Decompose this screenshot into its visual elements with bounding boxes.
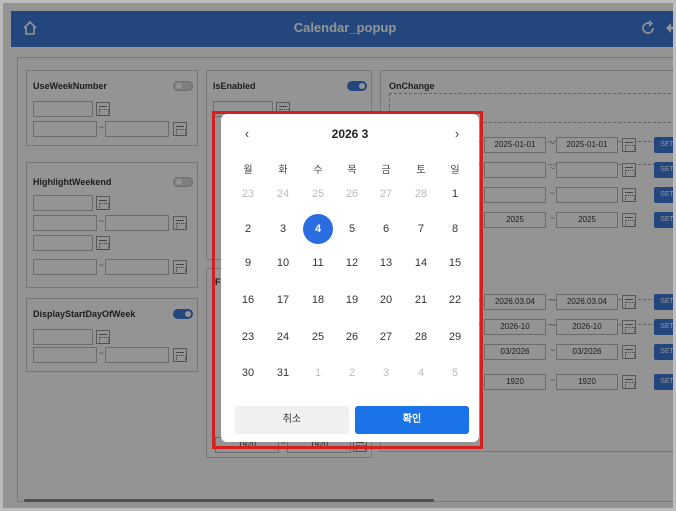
day-cell[interactable]: 26 bbox=[335, 180, 369, 208]
day-cell[interactable]: 6 bbox=[369, 215, 403, 243]
day-cell[interactable]: 11 bbox=[301, 249, 335, 277]
day-cell[interactable]: 13 bbox=[369, 249, 403, 277]
day-cell[interactable]: 4 bbox=[404, 359, 438, 387]
day-cell[interactable]: 18 bbox=[301, 286, 335, 314]
day-cell[interactable]: 27 bbox=[369, 323, 403, 351]
day-cell[interactable]: 27 bbox=[369, 180, 403, 208]
day-cell[interactable]: 7 bbox=[404, 215, 438, 243]
day-cell[interactable]: 8 bbox=[438, 215, 472, 243]
day-cell[interactable]: 5 bbox=[438, 359, 472, 387]
day-cell[interactable]: 25 bbox=[301, 323, 335, 351]
day-cell[interactable]: 23 bbox=[231, 180, 265, 208]
day-cell[interactable]: 24 bbox=[266, 180, 300, 208]
app-frame: Calendar_popup UseWeekNumber ~ Highlight… bbox=[0, 0, 676, 511]
day-cell[interactable]: 9 bbox=[231, 249, 265, 277]
day-cell[interactable]: 15 bbox=[438, 249, 472, 277]
day-cell[interactable]: 2 bbox=[231, 215, 265, 243]
day-cell-selected[interactable]: 4 bbox=[301, 214, 335, 244]
day-cell[interactable]: 5 bbox=[335, 215, 369, 243]
day-cell[interactable]: 31 bbox=[266, 359, 300, 387]
day-cell[interactable]: 25 bbox=[301, 180, 335, 208]
day-cell[interactable]: 19 bbox=[335, 286, 369, 314]
day-cell[interactable]: 24 bbox=[266, 323, 300, 351]
day-cell[interactable]: 23 bbox=[231, 323, 265, 351]
day-cell[interactable]: 1 bbox=[301, 359, 335, 387]
day-cell[interactable]: 21 bbox=[404, 286, 438, 314]
day-cell[interactable]: 2 bbox=[335, 359, 369, 387]
day-cell[interactable]: 28 bbox=[404, 180, 438, 208]
day-cell[interactable]: 16 bbox=[231, 286, 265, 314]
day-cell[interactable]: 10 bbox=[266, 249, 300, 277]
day-cell[interactable]: 17 bbox=[266, 286, 300, 314]
day-cell[interactable]: 3 bbox=[369, 359, 403, 387]
day-cell[interactable]: 22 bbox=[438, 286, 472, 314]
highlight-frame bbox=[212, 111, 483, 449]
day-cell[interactable]: 20 bbox=[369, 286, 403, 314]
day-cell[interactable]: 29 bbox=[438, 323, 472, 351]
day-cell[interactable]: 14 bbox=[404, 249, 438, 277]
day-cell[interactable]: 26 bbox=[335, 323, 369, 351]
day-cell[interactable]: 1 bbox=[438, 180, 472, 208]
day-cell[interactable]: 12 bbox=[335, 249, 369, 277]
day-cell[interactable]: 3 bbox=[266, 215, 300, 243]
day-cell[interactable]: 30 bbox=[231, 359, 265, 387]
day-cell[interactable]: 28 bbox=[404, 323, 438, 351]
